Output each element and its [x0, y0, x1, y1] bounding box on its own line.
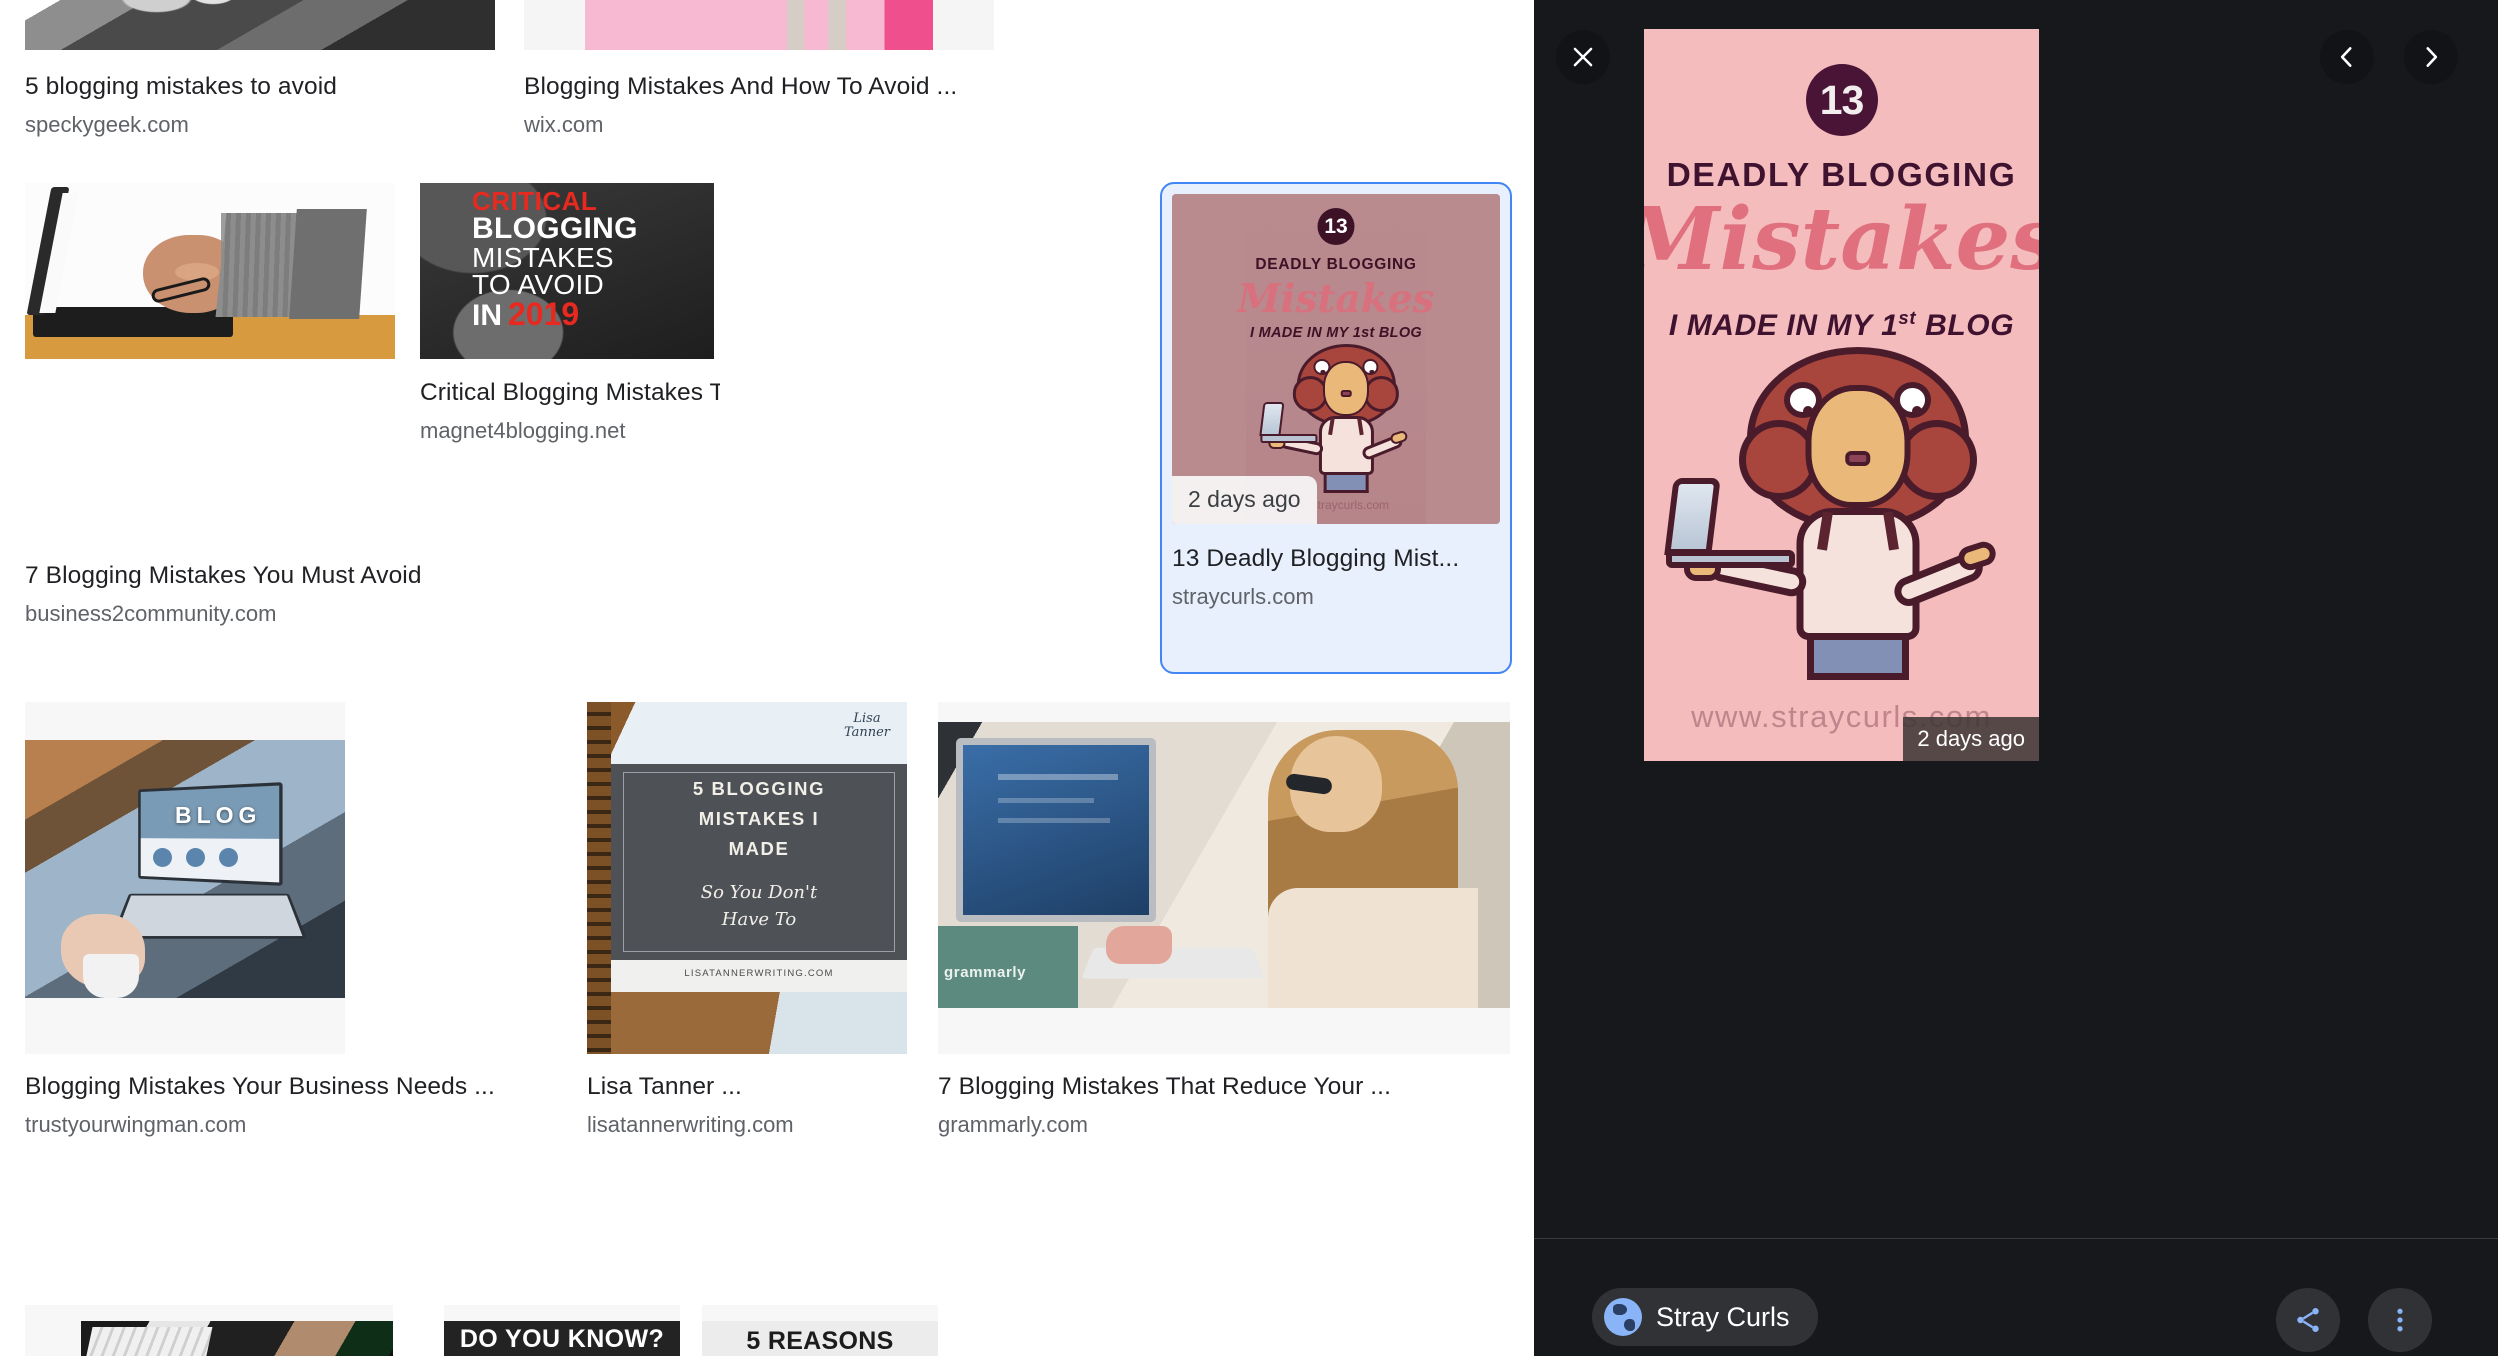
share-icon — [2293, 1305, 2323, 1335]
result-thumbnail[interactable]: grammarly — [938, 702, 1510, 1054]
thumbnail-image: 13 DEADLY BLOGGING Mistakes I MADE IN MY… — [1172, 194, 1500, 524]
result-card[interactable]: CRITICAL BLOGGING MISTAKES TO AVOID IN 2… — [420, 183, 714, 359]
close-icon — [1570, 44, 1596, 70]
result-thumbnail[interactable]: CRITICAL BLOGGING MISTAKES TO AVOID IN 2… — [420, 183, 714, 359]
result-title[interactable]: 5 blogging mistakes to avoid — [25, 72, 495, 102]
result-source: lisatannerwriting.com — [587, 1111, 907, 1139]
pin-subheadline: I MADE IN MY 1st BLOG — [1669, 307, 2014, 343]
overlay-text-blog: BLOG — [175, 802, 261, 829]
result-card[interactable]: BLOG Blogging Mistakes Your Business Nee… — [25, 702, 345, 1054]
result-source: speckygeek.com — [25, 111, 495, 139]
overlay-text-critical: CRITICAL BLOGGING MISTAKES TO AVOID IN 2… — [472, 189, 710, 330]
result-thumbnail[interactable]: 13 DEADLY BLOGGING Mistakes I MADE IN MY… — [1172, 194, 1500, 524]
pin-number-badge: 13 — [1318, 208, 1355, 245]
source-site-chip[interactable]: Stray Curls — [1592, 1288, 1818, 1346]
thumbnail-photo-sleeping-man — [25, 183, 395, 359]
character-body — [1796, 508, 1919, 640]
character-eye-left — [1784, 382, 1822, 418]
laptop-screen — [138, 782, 282, 886]
result-title[interactable]: Blogging Mistakes Your Business Needs ..… — [25, 1072, 495, 1102]
close-button[interactable] — [1556, 30, 1610, 84]
overlay-text-five-reasons: 5 REASONS — [702, 1327, 938, 1356]
thumbnail-detail — [585, 0, 933, 50]
illustration-character — [1747, 347, 1969, 677]
result-thumbnail[interactable] — [524, 0, 994, 50]
result-title[interactable]: 7 Blogging Mistakes That Reduce Your ... — [938, 1072, 1510, 1102]
overlay-text-lisa: 5 BLOGGING MISTAKES I MADE So You Don't … — [611, 778, 907, 930]
character-eye-right — [1894, 382, 1932, 418]
globe-icon — [1604, 1298, 1642, 1336]
more-vertical-icon — [2385, 1305, 2415, 1335]
search-results-grid[interactable]: 5 blogging mistakes to avoid speckygeek.… — [0, 0, 1534, 1356]
next-image-button[interactable] — [2404, 30, 2458, 84]
image-search-screen: 5 blogging mistakes to avoid speckygeek.… — [0, 0, 2498, 1356]
result-title[interactable]: Blogging Mistakes And How To Avoid ... — [524, 72, 994, 102]
result-source: trustyourwingman.com — [25, 1111, 495, 1139]
result-source: wix.com — [524, 111, 994, 139]
result-source: magnet4blogging.net — [420, 417, 720, 445]
result-thumbnail[interactable]: DO YOU KNOW? — [444, 1305, 680, 1356]
result-card[interactable]: Blogging Mistakes And How To Avoid ... w… — [524, 0, 994, 139]
result-card[interactable]: grammarly 7 Blogging Mistakes That Reduc… — [938, 702, 1510, 1054]
result-thumbnail[interactable]: 5 REASONS — [702, 1305, 938, 1356]
result-thumbnail[interactable]: 5 BLOGGING MISTAKES I MADE So You Don't … — [587, 702, 907, 1054]
result-title[interactable]: 13 Deadly Blogging Mist... — [1172, 544, 1500, 574]
result-card[interactable]: 5 blogging mistakes to avoid speckygeek.… — [25, 0, 495, 139]
share-button[interactable] — [2276, 1288, 2340, 1352]
more-options-button[interactable] — [2368, 1288, 2432, 1352]
result-title[interactable]: Lisa Tanner ... — [587, 1072, 907, 1102]
result-card[interactable]: 5 BLOGGING MISTAKES I MADE So You Don't … — [587, 702, 907, 1054]
result-thumbnail[interactable] — [25, 0, 495, 50]
result-title[interactable]: 7 Blogging Mistakes You Must Avoid — [25, 561, 505, 591]
pin-script-word: Mistakes — [1644, 197, 2039, 283]
time-badge: 2 days ago — [1903, 717, 2039, 761]
divider — [1534, 1238, 2498, 1239]
character-mouth — [1845, 451, 1871, 466]
pin-number-badge: 13 — [1806, 64, 1878, 136]
result-title[interactable]: Critical Blogging Mistakes To Avoid In .… — [420, 378, 720, 408]
chevron-left-icon — [2334, 44, 2360, 70]
previous-image-button[interactable] — [2320, 30, 2374, 84]
result-card-selected[interactable]: 13 DEADLY BLOGGING Mistakes I MADE IN MY… — [1160, 182, 1512, 674]
laptop-icon — [1664, 478, 1720, 555]
result-card[interactable]: 5 REASONS — [702, 1305, 938, 1356]
source-site-label: Stray Curls — [1656, 1302, 1790, 1333]
preview-image[interactable]: 13 DEADLY BLOGGING Mistakes I MADE IN MY… — [1644, 29, 2039, 761]
chevron-right-icon — [2418, 44, 2444, 70]
illustration-character — [1296, 344, 1395, 491]
image-preview-panel: 13 DEADLY BLOGGING Mistakes I MADE IN MY… — [1534, 0, 2498, 1356]
overlay-text-lisa-footer: LISATANNERWRITING.COM — [611, 968, 907, 979]
result-card[interactable]: DO YOU KNOW? — [444, 1305, 680, 1356]
lisa-tanner-logo: Lisa Tanner — [843, 712, 891, 760]
result-source: business2community.com — [25, 600, 505, 628]
overlay-text-do-you-know: DO YOU KNOW? — [444, 1325, 680, 1354]
time-badge: 2 days ago — [1172, 476, 1317, 524]
result-thumbnail[interactable]: BLOG — [25, 702, 345, 1054]
result-thumbnail[interactable] — [25, 1305, 393, 1356]
thumbnail-image — [25, 0, 495, 50]
result-card[interactable] — [25, 1305, 393, 1356]
result-source: grammarly.com — [938, 1111, 1510, 1139]
overlay-text-grammarly: grammarly — [944, 964, 1026, 981]
result-source: straycurls.com — [1172, 583, 1500, 611]
